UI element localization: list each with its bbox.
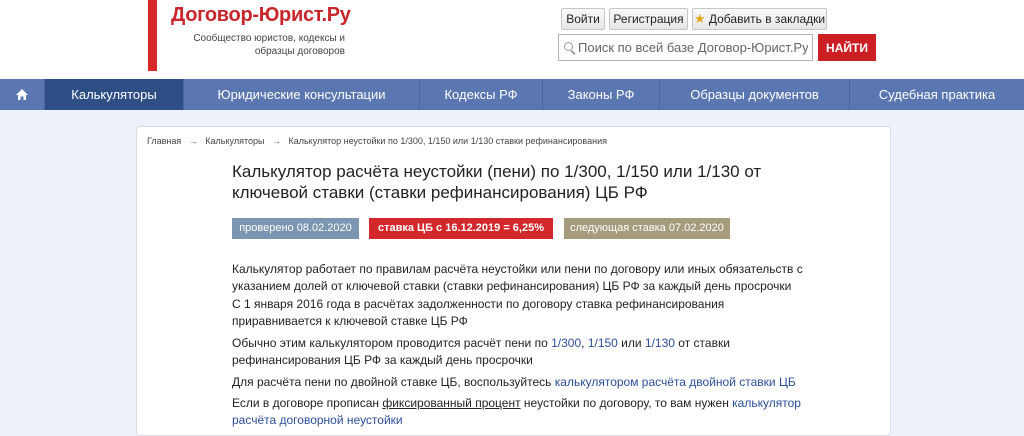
- breadcrumb-arrow-icon: →: [271, 136, 281, 146]
- link-1-300[interactable]: 1/300: [551, 336, 581, 350]
- paragraph-2016: С 1 января 2016 года в расчётах задолжен…: [232, 297, 725, 328]
- paragraph-intro: Калькулятор работает по правилам расчёта…: [232, 262, 803, 293]
- breadcrumb-calculators[interactable]: Калькуляторы: [205, 136, 264, 146]
- nav-home[interactable]: [0, 79, 44, 110]
- register-button[interactable]: Регистрация: [609, 8, 688, 30]
- home-icon: [16, 89, 28, 100]
- content-card: Главная → Калькуляторы → Калькулятор неу…: [136, 126, 891, 436]
- bookmark-label: Добавить в закладки: [708, 12, 826, 26]
- breadcrumb-arrow-icon: →: [188, 136, 198, 146]
- link-double-rate-calculator[interactable]: калькулятором расчёта двойной ставки ЦБ: [555, 375, 796, 389]
- paragraph-double-rate: Для расчёта пени по двойной ставке ЦБ, в…: [232, 374, 807, 391]
- rate-badge: ставка ЦБ с 16.12.2019 = 6,25%: [369, 218, 553, 239]
- nav-item-documents[interactable]: Образцы документов: [660, 79, 849, 110]
- nav-item-court-practice[interactable]: Судебная практика: [850, 79, 1024, 110]
- bookmark-button[interactable]: ★ Добавить в закладки: [692, 8, 827, 30]
- link-fixed-percent[interactable]: фиксированный процент: [382, 396, 520, 410]
- nav-item-codes[interactable]: Кодексы РФ: [420, 79, 542, 110]
- link-1-130[interactable]: 1/130: [645, 336, 675, 350]
- site-logo[interactable]: Договор-Юрист.Ру Сообщество юристов, код…: [148, 0, 351, 71]
- paragraph-fractions: Обычно этим калькулятором проводится рас…: [232, 335, 807, 369]
- search-icon: [564, 42, 573, 51]
- text: Если в договоре прописан: [232, 396, 383, 410]
- search-input[interactable]: [578, 35, 808, 60]
- search-button[interactable]: НАЙТИ: [818, 34, 876, 61]
- logo-title: Договор-Юрист.Ру: [171, 4, 351, 26]
- paragraph-fixed-percent: Если в договоре прописан фиксированный п…: [232, 395, 807, 429]
- page-title: Калькулятор расчёта неустойки (пени) по …: [232, 162, 762, 202]
- breadcrumb-current: Калькулятор неустойки по 1/300, 1/150 ил…: [288, 136, 607, 146]
- search-box: [558, 34, 813, 61]
- logo-subtitle: Сообщество юристов, кодексы и образцы до…: [193, 33, 345, 57]
- link-1-150[interactable]: 1/150: [588, 336, 618, 350]
- text: Для расчёта пени по двойной ставке ЦБ, в…: [232, 375, 555, 389]
- checked-badge: проверено 08.02.2020: [232, 218, 359, 239]
- text: Обычно этим калькулятором проводится рас…: [232, 336, 552, 350]
- breadcrumb: Главная → Калькуляторы → Калькулятор неу…: [147, 136, 607, 146]
- next-rate-badge: следующая ставка 07.02.2020: [564, 218, 730, 239]
- nav-item-laws[interactable]: Законы РФ: [543, 79, 659, 110]
- text: или: [617, 336, 645, 350]
- star-icon: ★: [693, 11, 706, 26]
- text: ,: [581, 336, 588, 350]
- nav-item-calculators[interactable]: Калькуляторы: [45, 79, 183, 110]
- site-header: Договор-Юрист.Ру Сообщество юристов, код…: [0, 0, 1024, 79]
- main-nav: Калькуляторы Юридические консультации Ко…: [0, 79, 1024, 110]
- text: неустойки по договору, то вам нужен: [520, 396, 733, 410]
- nav-item-consultations[interactable]: Юридические консультации: [184, 79, 419, 110]
- login-button[interactable]: Войти: [561, 8, 605, 30]
- breadcrumb-home[interactable]: Главная: [147, 136, 181, 146]
